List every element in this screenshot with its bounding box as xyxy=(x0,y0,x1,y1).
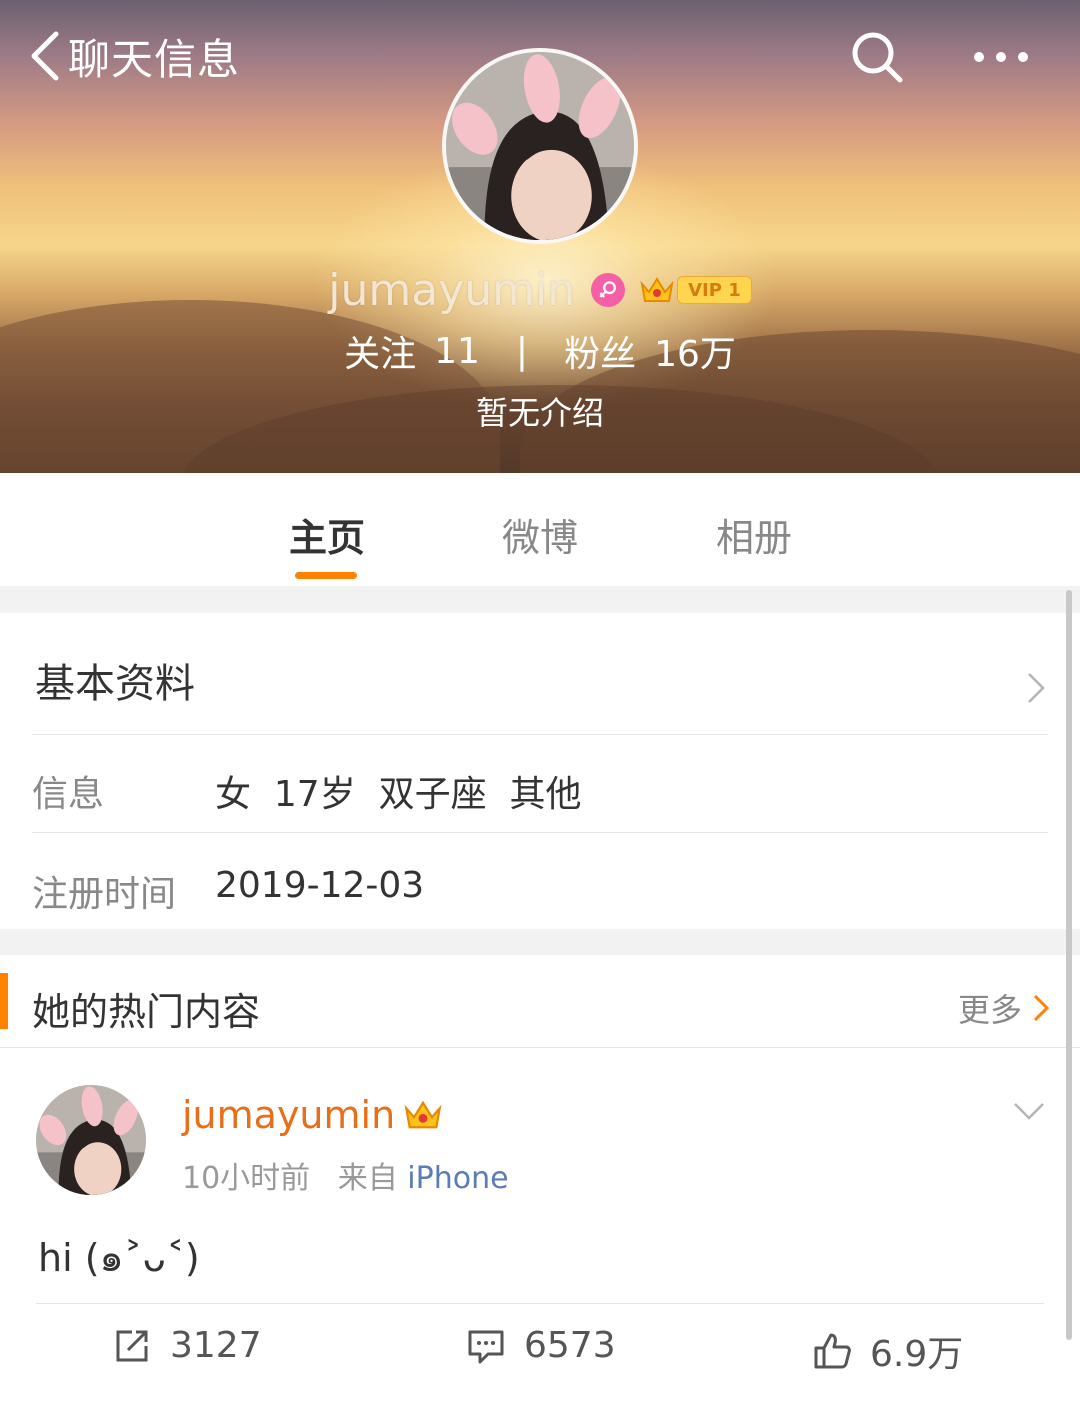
hot-content-card: 她的热门内容 更多 jumayumin 10小时前 来自 iPhone hi (… xyxy=(0,955,1080,1406)
following-count[interactable]: 11 xyxy=(434,331,480,372)
chevron-right-icon[interactable] xyxy=(1026,671,1046,705)
username-row: jumayumin VIP 1 xyxy=(0,262,1080,318)
like-count: 6.9万 xyxy=(870,1334,964,1375)
follow-stats: 关注 11 | 粉丝 16万 xyxy=(0,325,1080,377)
profile-header: 聊天信息 jumayumin VIP 1 关注 11 | 粉丝 16万 暂无介绍 xyxy=(0,0,1080,473)
profile-username: jumayumin xyxy=(328,264,576,316)
crown-icon xyxy=(640,277,674,302)
info-value: 女 17岁 双子座 其他 xyxy=(215,774,582,815)
back-label: 聊天信息 xyxy=(68,34,241,84)
post-meta: 10小时前 来自 iPhone xyxy=(182,1153,509,1197)
comment-count: 6573 xyxy=(524,1325,616,1366)
post-source-prefix: 来自 xyxy=(337,1161,398,1196)
tab-album[interactable]: 相册 xyxy=(716,507,792,562)
profile-intro: 暂无介绍 xyxy=(475,394,604,432)
basic-info-card: 基本资料 信息 女 17岁 双子座 其他 注册时间 2019-12-03 xyxy=(0,613,1080,929)
more-icon[interactable] xyxy=(968,40,1034,74)
register-time-value: 2019-12-03 xyxy=(215,865,425,906)
divider xyxy=(36,1303,1044,1304)
avatar-photo xyxy=(36,1085,146,1195)
following-label[interactable]: 关注 xyxy=(344,325,416,377)
crown-icon xyxy=(404,1100,442,1129)
divider xyxy=(32,734,1048,735)
post-author[interactable]: jumayumin xyxy=(182,1093,443,1137)
female-icon xyxy=(591,273,626,307)
hot-content-title: 她的热门内容 xyxy=(32,990,261,1034)
chevron-down-icon[interactable] xyxy=(1012,1101,1046,1123)
profile-page: 聊天信息 jumayumin VIP 1 关注 11 | 粉丝 16万 暂无介绍… xyxy=(0,0,1080,1406)
like-button[interactable]: 6.9万 xyxy=(812,1325,963,1377)
post-avatar[interactable] xyxy=(36,1085,146,1195)
comment-button[interactable]: 6573 xyxy=(466,1325,616,1366)
profile-tabs: 主页 微博 相册 xyxy=(0,473,1080,586)
followers-label[interactable]: 粉丝 xyxy=(564,325,636,377)
post-time: 10小时前 xyxy=(182,1161,311,1196)
stats-separator: | xyxy=(515,330,529,372)
vip-badge[interactable]: VIP 1 xyxy=(677,276,752,304)
basic-info-title[interactable]: 基本资料 xyxy=(35,651,195,709)
more-label: 更多 xyxy=(958,991,1023,1029)
comment-icon xyxy=(468,1330,504,1363)
tab-weibo[interactable]: 微博 xyxy=(502,507,578,562)
repost-count: 3127 xyxy=(170,1325,262,1366)
like-icon xyxy=(814,1333,851,1369)
section-accent-bar xyxy=(0,973,8,1029)
chevron-right-icon xyxy=(1033,994,1050,1022)
register-time-label: 注册时间 xyxy=(32,874,177,915)
post-author-name: jumayumin xyxy=(182,1093,396,1137)
post-source[interactable]: iPhone xyxy=(407,1161,508,1196)
info-label: 信息 xyxy=(32,774,105,815)
search-icon[interactable] xyxy=(850,30,904,84)
back-arrow-icon xyxy=(31,31,59,81)
more-link[interactable]: 更多 xyxy=(958,985,1050,1031)
active-tab-indicator xyxy=(295,572,357,579)
tab-home[interactable]: 主页 xyxy=(289,507,365,562)
divider xyxy=(0,1047,1080,1048)
post-text[interactable]: hi (๑˃ᴗ˂) xyxy=(38,1227,200,1288)
avatar-photo xyxy=(446,52,634,240)
followers-count[interactable]: 16万 xyxy=(654,325,736,377)
back-button[interactable]: 聊天信息 xyxy=(28,28,240,84)
repost-button[interactable]: 3127 xyxy=(112,1325,262,1366)
divider xyxy=(32,832,1048,833)
profile-avatar[interactable] xyxy=(442,48,638,244)
repost-icon xyxy=(116,1330,148,1361)
scrollbar[interactable] xyxy=(1066,590,1072,1340)
